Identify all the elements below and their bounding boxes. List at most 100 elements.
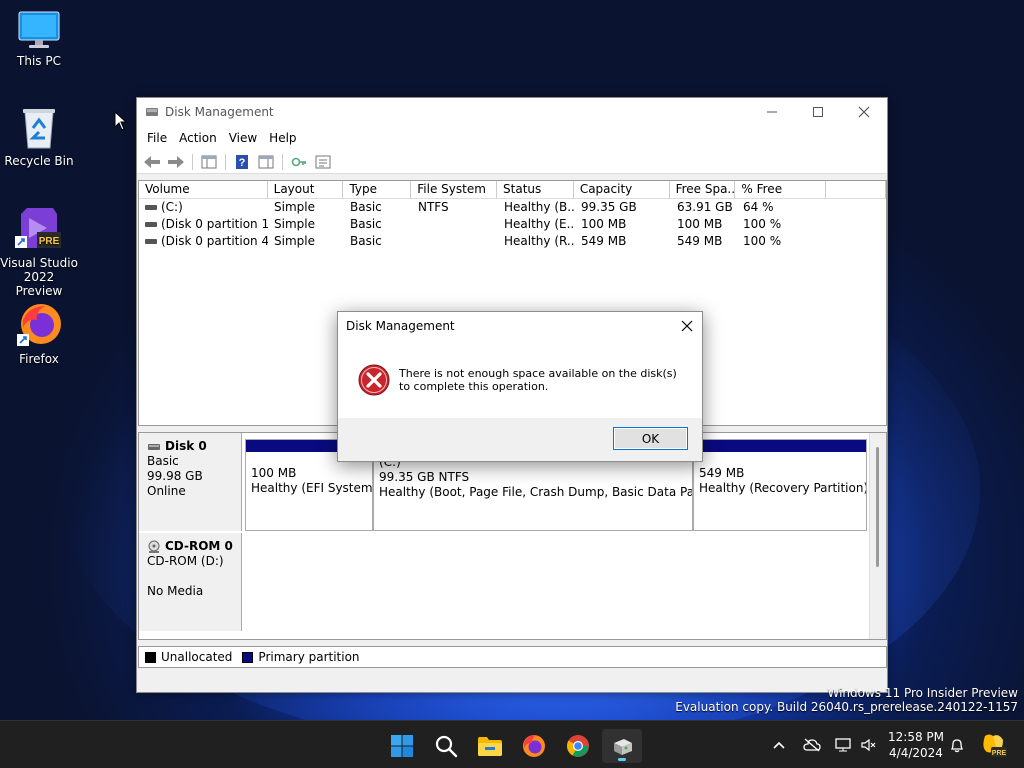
menu-action[interactable]: Action	[173, 131, 223, 145]
legend-unallocated: Unallocated	[161, 650, 233, 664]
volume-button[interactable]	[858, 721, 880, 768]
back-arrow-icon	[144, 155, 160, 168]
dialog-close-button[interactable]	[672, 312, 702, 340]
menu-file[interactable]: File	[141, 131, 173, 145]
back-button[interactable]	[141, 152, 163, 172]
desktop-icon-visual-studio[interactable]: PRE Visual Studio 2022 Preview	[0, 204, 78, 298]
chrome-taskbar-button[interactable]	[558, 729, 598, 763]
dialog-message: There is not enough space available on t…	[399, 367, 677, 393]
window-titlebar[interactable]: Disk Management	[137, 98, 887, 126]
maximize-button[interactable]	[795, 98, 841, 126]
partition-color-bar	[694, 440, 866, 452]
connect-disk-button[interactable]	[288, 152, 310, 172]
show-hide-console-tree-button[interactable]	[198, 152, 220, 172]
copilot-icon: PRE	[983, 734, 1007, 757]
volume-row-c[interactable]: (C:) Simple Basic NTFS Healthy (B... 99.…	[139, 199, 886, 216]
firefox-icon	[523, 735, 545, 757]
disk-map: Disk 0 Basic 99.98 GB Online 100 MB Heal…	[138, 432, 887, 640]
column-type[interactable]: Type	[343, 181, 412, 198]
volume-free-space: 100 MB	[677, 217, 723, 231]
column-free-space[interactable]: Free Spa...	[670, 181, 736, 198]
desktop-icon-label: Recycle Bin	[4, 154, 74, 168]
column-layout[interactable]: Layout	[268, 181, 344, 198]
volume-type: Basic	[350, 200, 382, 214]
cdrom-0-label[interactable]: CD-ROM 0 CD-ROM (D:) No Media	[139, 533, 242, 631]
properties-button[interactable]	[312, 152, 334, 172]
disk-0-label[interactable]: Disk 0 Basic 99.98 GB Online	[139, 433, 242, 531]
volume-capacity: 100 MB	[581, 217, 627, 231]
speaker-muted-icon	[861, 738, 876, 752]
visual-studio-icon: PRE	[15, 208, 61, 248]
partition-size: 549 MB	[699, 466, 745, 480]
dialog-titlebar[interactable]: Disk Management	[338, 312, 702, 340]
cdrom-icon	[148, 540, 160, 553]
system-clock[interactable]: 12:58 PM 4/4/2024	[884, 729, 948, 761]
windows-logo-icon	[391, 735, 413, 757]
desktop-icon-this-pc[interactable]: This PC	[0, 10, 78, 68]
volume-row-partition-4[interactable]: (Disk 0 partition 4) Simple Basic Health…	[139, 233, 886, 250]
console-tree-icon	[201, 155, 217, 168]
copilot-button[interactable]: PRE	[976, 721, 1010, 768]
volume-row-partition-1[interactable]: (Disk 0 partition 1) Simple Basic Health…	[139, 216, 886, 233]
disk-state: Online	[147, 484, 186, 498]
dialog-footer: OK	[338, 418, 702, 461]
firefox-taskbar-button[interactable]	[514, 729, 554, 763]
volume-type: Basic	[350, 234, 382, 248]
desktop-icon-label: Firefox	[19, 352, 59, 366]
firefox-icon	[17, 304, 61, 346]
show-hidden-icons-button[interactable]	[768, 721, 790, 768]
volume-status: Healthy (R...	[504, 234, 575, 248]
desktop-icon-recycle-bin[interactable]: Recycle Bin	[0, 106, 78, 168]
ok-button[interactable]: OK	[613, 427, 688, 450]
bell-icon	[950, 739, 964, 753]
forward-button[interactable]	[165, 152, 187, 172]
column-percent-free[interactable]: % Free	[735, 181, 827, 198]
primary-partition-swatch	[242, 651, 254, 663]
disk-map-scrollbar[interactable]	[869, 433, 886, 639]
volume-icon	[145, 239, 157, 244]
show-action-pane-button[interactable]	[255, 152, 277, 172]
evaluation-watermark: Windows 11 Pro Insider Preview Evaluatio…	[675, 686, 1018, 714]
menu-help[interactable]: Help	[263, 131, 302, 145]
column-volume[interactable]: Volume	[139, 181, 268, 198]
svg-text:PRE: PRE	[39, 236, 60, 247]
volume-status: Healthy (B...	[504, 200, 575, 214]
disk-management-taskbar-button[interactable]	[602, 729, 642, 763]
file-explorer-button[interactable]	[470, 729, 510, 763]
forward-arrow-icon	[168, 155, 184, 168]
network-status-button[interactable]	[800, 721, 824, 768]
volume-name: (Disk 0 partition 1)	[161, 217, 268, 231]
start-button[interactable]	[382, 729, 422, 763]
volume-capacity: 549 MB	[581, 234, 627, 248]
network-button[interactable]	[832, 721, 854, 768]
notifications-button[interactable]	[946, 721, 968, 768]
desktop-icon-label: This PC	[17, 54, 61, 68]
minimize-icon	[767, 111, 777, 113]
column-status[interactable]: Status	[497, 181, 574, 198]
volume-status: Healthy (E...	[504, 217, 575, 231]
toolbar-separator	[192, 153, 193, 170]
volume-file-system	[412, 216, 498, 233]
volume-layout: Simple	[274, 200, 315, 214]
volume-list-header: Volume Layout Type File System Status Ca…	[139, 181, 886, 199]
column-capacity[interactable]: Capacity	[574, 181, 670, 198]
column-blank[interactable]	[826, 181, 886, 198]
column-file-system[interactable]: File System	[411, 181, 498, 198]
menu-view[interactable]: View	[223, 131, 263, 145]
search-icon	[435, 735, 458, 758]
scrollbar-thumb[interactable]	[876, 447, 879, 567]
close-button[interactable]	[841, 98, 887, 126]
close-icon	[681, 320, 693, 332]
minimize-button[interactable]	[749, 98, 795, 126]
help-button[interactable]: ?	[231, 152, 253, 172]
volume-free-space: 63.91 GB	[677, 200, 733, 214]
search-button[interactable]	[426, 729, 466, 763]
mouse-cursor-icon	[114, 111, 128, 131]
active-indicator	[618, 758, 626, 761]
toolbar-separator	[225, 153, 226, 170]
key-icon	[291, 157, 306, 166]
partition-recovery[interactable]: 549 MB Healthy (Recovery Partition)	[693, 439, 867, 531]
partition-size: 99.35 GB NTFS	[379, 470, 470, 484]
desktop-icon-firefox[interactable]: Firefox	[0, 302, 78, 366]
taskbar: 12:58 PM 4/4/2024 PRE	[0, 720, 1024, 768]
